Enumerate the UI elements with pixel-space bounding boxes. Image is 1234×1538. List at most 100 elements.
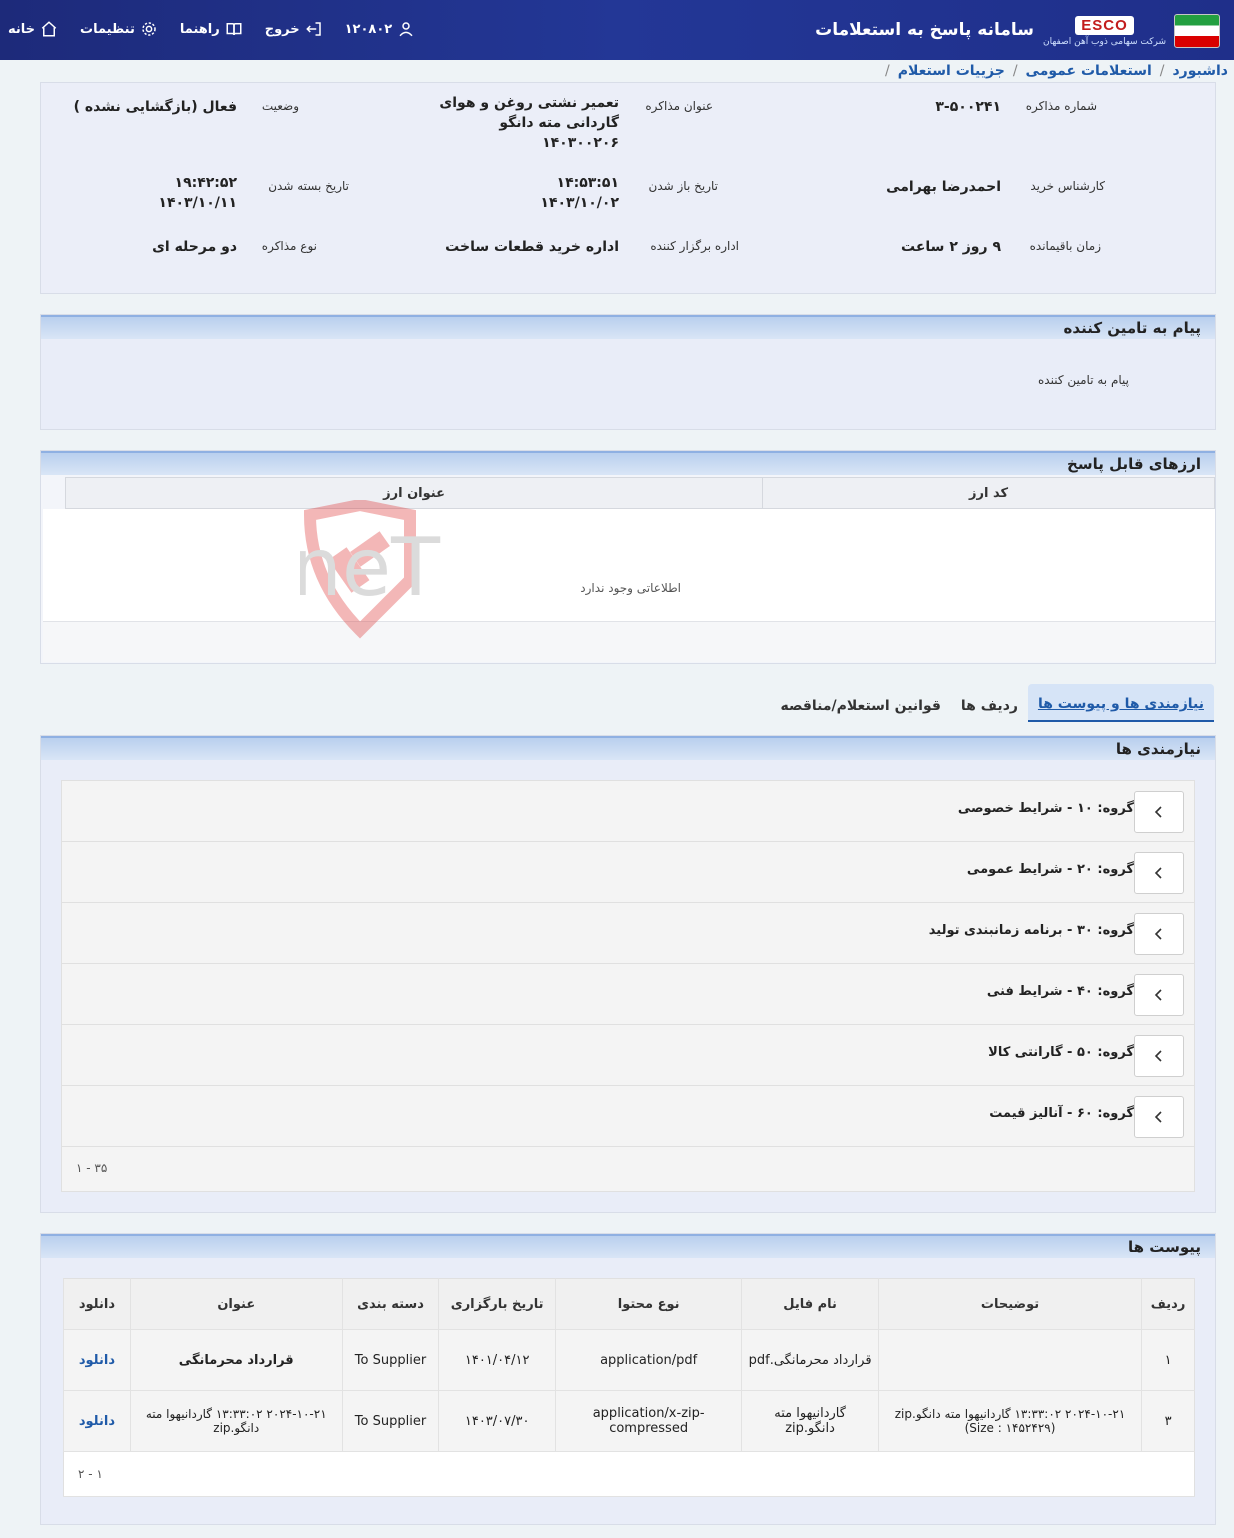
requirement-group-label: گروه: ۶۰ - آنالیز قیمت (989, 1106, 1134, 1121)
app-title: سامانه پاسخ به استعلامات (815, 20, 1034, 40)
gear-icon (140, 20, 158, 38)
brand-subtitle: شرکت سهامی ذوب آهن اصفهان (1043, 36, 1166, 47)
supplier-message-text: پیام به تامین کننده (1038, 373, 1129, 387)
attachment-title: قرارداد محرمانگی (129, 1329, 343, 1391)
close-date-label: تاریخ بسته شدن (268, 179, 349, 193)
nav-logout-label: خروج (264, 21, 300, 37)
chevron-left-icon[interactable] (1134, 1035, 1184, 1077)
requirement-group-row[interactable]: گروه: ۳۰ - برنامه زمانبندی تولید (62, 903, 1194, 964)
attachment-row-number: ۱ (1141, 1329, 1195, 1391)
attachment-file-name: قرارداد محرمانگی.pdf (741, 1329, 879, 1391)
home-icon (40, 20, 58, 38)
top-nav: خانه تنظیمات راهنما خروج ۱۲۰۸۰۲ (8, 20, 415, 38)
breadcrumb-dashboard[interactable]: داشبورد (1173, 63, 1229, 79)
remaining-time-value: ۹ روز ۲ ساعت (901, 239, 1001, 255)
currencies-table: کد ارز عنوان ارز (64, 477, 1215, 509)
department-value: اداره خرید قطعات ساخت (445, 239, 619, 255)
nav-settings-label: تنظیمات (80, 21, 135, 37)
attachment-title: ۲۰۲۴-۱۰-۲۱ ۱۳:۳۳:۰۲ گاردانیهوا مته دانگو… (129, 1390, 343, 1452)
requirement-group-label: گروه: ۵۰ - گارانتی کالا (988, 1045, 1134, 1060)
tab-requirements-attachments[interactable]: نیازمندی ها و پیوست ها (1027, 684, 1214, 722)
col-content-type[interactable]: نوع محتوا (554, 1278, 742, 1330)
attachments-header-row: ردیف توضیحات نام فایل نوع محتوا تاریخ با… (63, 1278, 1195, 1330)
requirement-group-row[interactable]: گروه: ۲۰ - شرایط عمومی (62, 842, 1194, 903)
requirements-card: نیازمندی ها گروه: ۱۰ - شرایط خصوصی گروه:… (40, 735, 1216, 1213)
iran-flag-icon (1174, 14, 1220, 48)
attachment-description: ۲۰۲۴-۱۰-۲۱ ۱۳:۳۳:۰۲ گاردانیهوا مته دانگو… (877, 1390, 1142, 1452)
requirement-group-label: گروه: ۴۰ - شرایط فنی (986, 984, 1134, 999)
attachment-row-number: ۳ (1141, 1390, 1195, 1452)
tab-bar: نیازمندی ها و پیوست ها ردیف ها قوانین اس… (770, 684, 1214, 722)
currency-title-header[interactable]: عنوان ارز (64, 477, 764, 509)
currency-code-header[interactable]: کد ارز (762, 477, 1215, 509)
tab-inquiry-rules[interactable]: قوانین استعلام/مناقصه (770, 686, 950, 722)
download-link[interactable]: دانلود (63, 1390, 131, 1452)
requirement-group-label: گروه: ۱۰ - شرایط خصوصی (957, 801, 1134, 816)
chevron-left-icon[interactable] (1134, 1096, 1184, 1138)
nav-logout[interactable]: خروج (265, 20, 323, 38)
attachment-description (877, 1329, 1142, 1391)
negotiation-number: ۳-۵۰۰۲۴۱ (935, 99, 1001, 115)
attachments-pager: ۱ - ۲ (63, 1451, 1195, 1497)
requirements-heading: نیازمندی ها (41, 736, 1215, 760)
negotiation-title-label: عنوان مذاکره (645, 99, 713, 113)
attachments-table: ردیف توضیحات نام فایل نوع محتوا تاریخ با… (63, 1278, 1195, 1497)
currencies-heading: ارزهای قابل پاسخ (41, 451, 1215, 475)
user-id: ۱۲۰۸۰۲ (344, 21, 393, 37)
col-download[interactable]: دانلود (63, 1278, 131, 1330)
open-date: ۱۴:۵۳:۵۱ ۱۴۰۳/۱۰/۰۲ (540, 173, 619, 213)
requirements-pager-text: ۱ - ۳۵ (76, 1161, 108, 1175)
nav-guide[interactable]: راهنما (180, 20, 243, 38)
attachments-pager-text: ۱ - ۲ (78, 1466, 103, 1481)
breadcrumb-public-inquiries[interactable]: استعلامات عمومی (1026, 63, 1152, 79)
currencies-empty-area (43, 509, 1215, 621)
currencies-empty-message: اطلاعاتی وجود ندارد (580, 581, 681, 595)
breadcrumb-separator: / (1012, 63, 1018, 79)
status-value: فعال (بازگشایی نشده ) (73, 99, 237, 115)
nav-settings[interactable]: تنظیمات (80, 20, 158, 38)
negotiation-title-line-1: تعمیر نشتی روغن و هوای (439, 95, 619, 111)
requirement-group-row[interactable]: گروه: ۴۰ - شرایط فنی (62, 964, 1194, 1025)
requirement-group-label: گروه: ۲۰ - شرایط عمومی (966, 862, 1134, 877)
nav-guide-label: راهنما (179, 21, 220, 37)
tab-rows[interactable]: ردیف ها (951, 686, 1028, 722)
col-title[interactable]: عنوان (129, 1278, 343, 1330)
nav-user[interactable]: ۱۲۰۸۰۲ (345, 20, 416, 38)
esco-logo: ESCO شرکت سهامی ذوب آهن اصفهان (1043, 15, 1166, 47)
department-label: اداره برگزار کننده (650, 239, 739, 253)
col-file-name[interactable]: نام فایل (741, 1278, 879, 1330)
requirement-group-row[interactable]: گروه: ۱۰ - شرایط خصوصی (62, 781, 1194, 842)
col-row[interactable]: ردیف (1141, 1278, 1195, 1330)
brand: ESCO شرکت سهامی ذوب آهن اصفهان (1043, 10, 1220, 52)
requirements-list: گروه: ۱۰ - شرایط خصوصی گروه: ۲۰ - شرایط … (61, 780, 1195, 1192)
attachment-row: ۳ ۲۰۲۴-۱۰-۲۱ ۱۳:۳۳:۰۲ گاردانیهوا مته دان… (63, 1390, 1195, 1452)
nav-home[interactable]: خانه (8, 20, 58, 38)
chevron-left-icon[interactable] (1134, 852, 1184, 894)
close-date: ۱۹:۴۲:۵۲ ۱۴۰۳/۱۰/۱۱ (158, 173, 237, 213)
col-description[interactable]: توضیحات (877, 1278, 1142, 1330)
col-category[interactable]: دسته بندی (341, 1278, 439, 1330)
logout-icon (305, 20, 323, 38)
brand-name: ESCO (1075, 15, 1134, 35)
currencies-card: ارزهای قابل پاسخ کد ارز عنوان ارز اطلاعا… (40, 450, 1216, 664)
close-date-value: ۱۴۰۳/۱۰/۱۱ (158, 195, 237, 211)
chevron-left-icon[interactable] (1134, 974, 1184, 1016)
requirement-group-label: گروه: ۳۰ - برنامه زمانبندی تولید (928, 923, 1134, 938)
attachments-card: پیوست ها ردیف توضیحات نام فایل نوع محتوا… (40, 1233, 1216, 1525)
remaining-time-label: زمان باقیمانده (1029, 239, 1101, 253)
attachment-category: To Supplier (341, 1390, 439, 1452)
negotiation-number-label: شماره مذاکره (1025, 99, 1097, 113)
attachment-content-type: application/pdf (554, 1329, 742, 1391)
download-link[interactable]: دانلود (63, 1329, 131, 1391)
currencies-footer (43, 621, 1215, 662)
attachment-upload-date: ۱۴۰۱/۰۴/۱۲ (438, 1329, 556, 1391)
top-bar: ESCO شرکت سهامی ذوب آهن اصفهان سامانه پا… (0, 0, 1234, 60)
requirement-group-row[interactable]: گروه: ۶۰ - آنالیز قیمت (62, 1086, 1194, 1147)
chevron-left-icon[interactable] (1134, 913, 1184, 955)
col-upload-date[interactable]: تاریخ بارگزاری (438, 1278, 556, 1330)
breadcrumb-separator: / (885, 63, 890, 79)
chevron-left-icon[interactable] (1134, 791, 1184, 833)
breadcrumb-inquiry-details[interactable]: جزییات استعلام (898, 63, 1005, 79)
requirement-group-row[interactable]: گروه: ۵۰ - گارانتی کالا (62, 1025, 1194, 1086)
negotiation-type-label: نوع مذاکره (261, 239, 317, 253)
